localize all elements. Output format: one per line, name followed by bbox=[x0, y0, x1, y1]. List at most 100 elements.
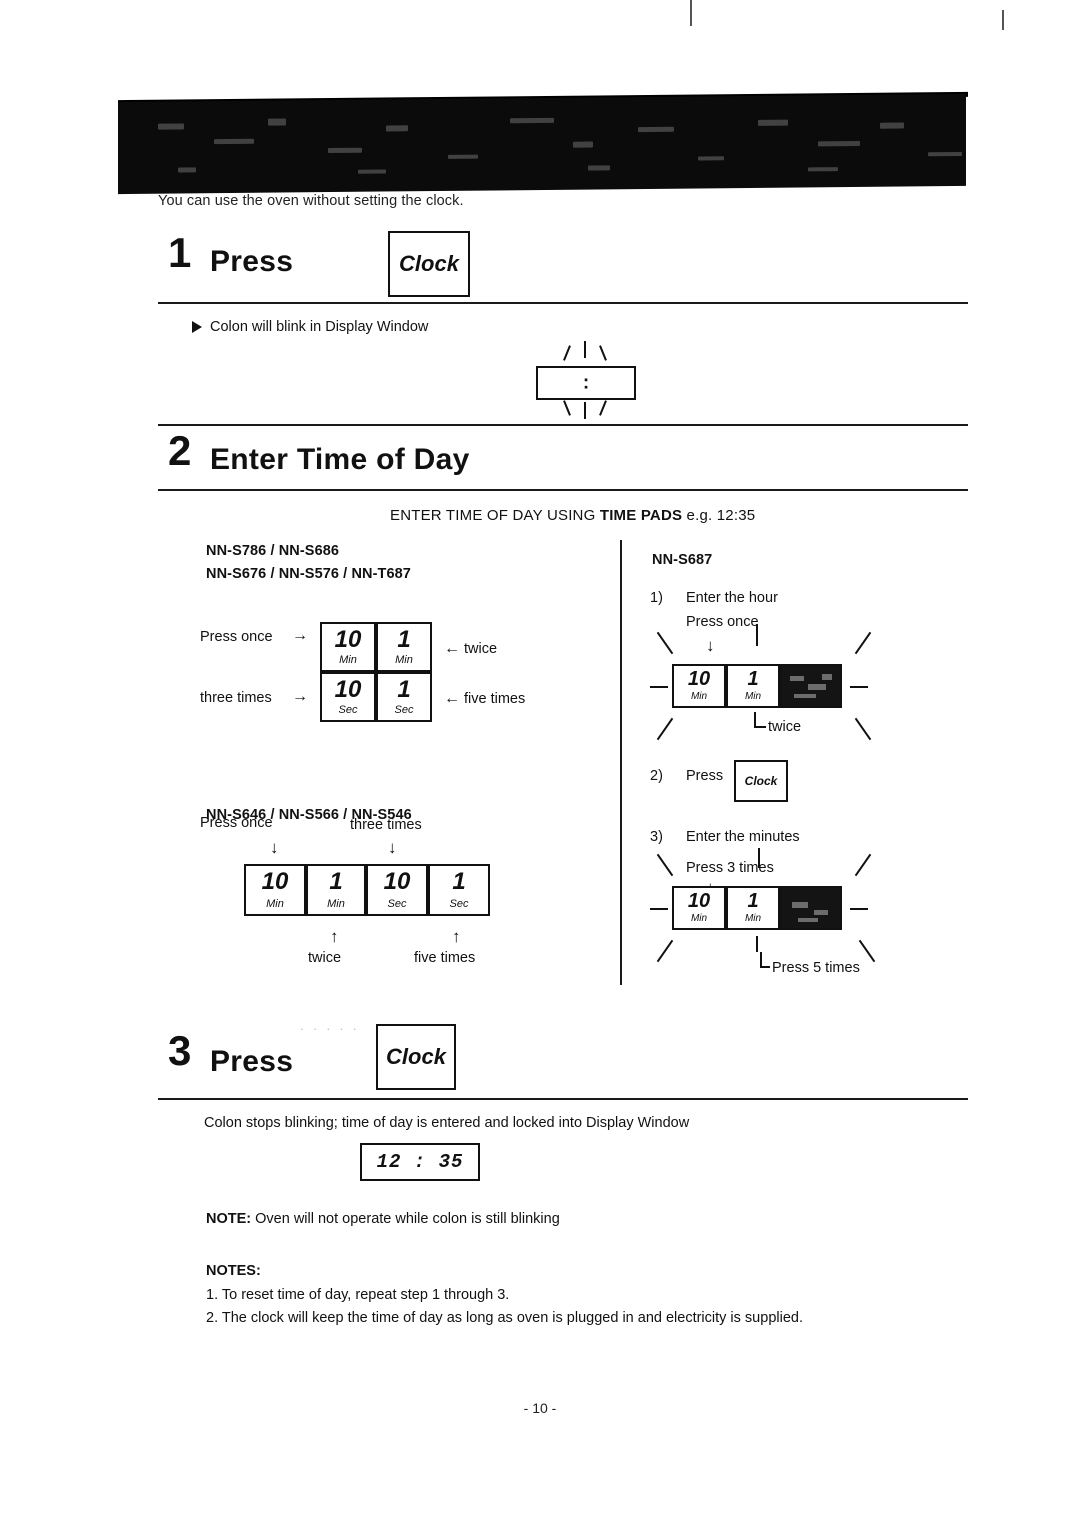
model-label-s687: NN-S687 bbox=[652, 552, 713, 568]
pad-1-sec-value: 1 bbox=[397, 676, 411, 703]
corner-mark-icon bbox=[656, 939, 674, 963]
blink-ray-icon bbox=[599, 400, 607, 416]
model-label-group1-line1: NN-S786 / NN-S686 bbox=[206, 543, 340, 559]
pad-b-1-sec[interactable]: 1 Sec bbox=[428, 864, 490, 916]
pad-r1-10-min[interactable]: 10 Min bbox=[672, 664, 726, 708]
enter-time-prefix: ENTER TIME OF DAY USING bbox=[390, 507, 600, 524]
corner-mark-icon bbox=[656, 853, 674, 877]
step-2-number-text: 2 bbox=[168, 427, 192, 474]
pad-r1-10-min-value: 10 bbox=[687, 668, 711, 690]
pad-10-sec[interactable]: 10 Sec bbox=[320, 672, 376, 722]
intro-text: You can use the oven without setting the… bbox=[158, 193, 464, 209]
step-3-title-text: Press bbox=[210, 1045, 294, 1078]
pad-10-min-unit: Min bbox=[339, 654, 357, 666]
arrow-left-2: ← bbox=[444, 690, 460, 707]
right-step2-num: 2) bbox=[650, 768, 663, 784]
tick-mark-icon bbox=[754, 726, 766, 728]
step-2-rule-bottom bbox=[158, 489, 968, 491]
pad-b-1-sec-unit: Sec bbox=[449, 898, 469, 910]
corner-mark-icon bbox=[656, 631, 674, 655]
note-single-text: Oven will not operate while colon is sti… bbox=[251, 1211, 560, 1227]
pad-1-sec-unit: Sec bbox=[394, 704, 414, 716]
blink-ray-icon bbox=[584, 402, 586, 419]
display-dark-2 bbox=[780, 886, 842, 930]
right-step3-sub: Press 3 times bbox=[686, 860, 774, 876]
pad-r3-10-min[interactable]: 10 Min bbox=[672, 886, 726, 930]
three-times-label-b: three times bbox=[350, 817, 422, 833]
pad-b-1-min-unit: Min bbox=[327, 898, 345, 910]
pad-r3-10-min-unit: Min bbox=[690, 913, 708, 924]
up-arrow-b2: ↑ bbox=[452, 927, 461, 946]
corner-mark-icon bbox=[858, 939, 876, 963]
step-1-number: 1 bbox=[168, 232, 191, 274]
five-times-label-b: five times bbox=[414, 950, 476, 966]
right-step3-press5: Press 5 times bbox=[772, 960, 860, 976]
right-step3-text: Enter the minutes bbox=[686, 829, 800, 845]
blinking-colon: : bbox=[582, 372, 590, 394]
press-once-label-left: Press once bbox=[200, 629, 273, 645]
right-step1-down-arrow: ↓ bbox=[706, 636, 715, 655]
right-step1-sub: Press once bbox=[686, 614, 759, 630]
right-step1-text: Enter the hour bbox=[686, 590, 778, 606]
step-3-number-text: 3 bbox=[168, 1027, 192, 1074]
pad-1-sec[interactable]: 1 Sec bbox=[376, 672, 432, 722]
step-1-title: Press bbox=[210, 245, 293, 279]
page-number: - 10 - bbox=[523, 1400, 557, 1416]
down-arrow-b2: ↓ bbox=[388, 838, 397, 857]
pad-10-min-value: 10 bbox=[334, 626, 362, 653]
pad-r1-1-min[interactable]: 1 Min bbox=[726, 664, 780, 708]
pad-r3-1-min[interactable]: 1 Min bbox=[726, 886, 780, 930]
step-1-rule bbox=[158, 302, 968, 304]
step-3-caption: Colon stops blinking; time of day is ent… bbox=[204, 1115, 690, 1131]
step-3-title: Press bbox=[210, 1045, 293, 1079]
enter-time-bold: TIME PADS bbox=[599, 507, 683, 524]
pad-1-min-unit: Min bbox=[395, 654, 413, 666]
pad-10-sec-unit: Sec bbox=[338, 704, 358, 716]
dash-right-1 bbox=[850, 686, 868, 688]
step-3-number: 3 bbox=[168, 1030, 191, 1072]
pad-b-10-sec-value: 10 bbox=[383, 868, 411, 895]
pad-r3-10-min-value: 10 bbox=[687, 890, 711, 912]
step-1-number-text: 1 bbox=[168, 229, 192, 276]
clock-button-step1[interactable]: Clock bbox=[388, 231, 470, 297]
pad-r1-10-min-unit: Min bbox=[690, 691, 708, 702]
up-arrow-b1: ↑ bbox=[330, 927, 339, 946]
model-label-group1-line2: NN-S676 / NN-S576 / NN-T687 bbox=[206, 566, 411, 582]
pad-b-10-sec[interactable]: 10 Sec bbox=[366, 864, 428, 916]
clock-button-step3-label: Clock bbox=[386, 1044, 446, 1069]
notes-item-1: 1. To reset time of day, repeat step 1 t… bbox=[206, 1287, 510, 1303]
blink-ray-icon bbox=[599, 345, 607, 361]
twice-label-right: twice bbox=[464, 641, 498, 657]
blink-ray-icon bbox=[563, 400, 571, 416]
corner-mark-icon bbox=[854, 631, 872, 655]
pad-r3-1-min-unit: Min bbox=[744, 913, 762, 924]
pad-b-1-min[interactable]: 1 Min bbox=[306, 864, 366, 916]
step-1-bullet-text: Colon will blink in Display Window bbox=[210, 319, 429, 335]
step-2-rule-top bbox=[158, 424, 968, 426]
manual-page: You can use the oven without setting the… bbox=[0, 0, 1080, 1526]
dash-left-1 bbox=[650, 686, 668, 688]
display-window-blinking: : bbox=[536, 366, 636, 400]
pad-1-min[interactable]: 1 Min bbox=[376, 622, 432, 672]
clock-button-right[interactable]: Clock bbox=[734, 760, 788, 802]
pad-b-10-min-value: 10 bbox=[261, 868, 289, 895]
pad-10-sec-value: 10 bbox=[334, 676, 362, 703]
pad-b-10-min-unit: Min bbox=[266, 898, 284, 910]
column-divider bbox=[620, 540, 622, 985]
tick-mark-icon bbox=[760, 966, 770, 968]
pad-10-min[interactable]: 10 Min bbox=[320, 622, 376, 672]
step-2-title: Enter Time of Day bbox=[210, 443, 470, 477]
clock-button-step3[interactable]: Clock bbox=[376, 1024, 456, 1090]
tick-mark-icon bbox=[756, 936, 758, 952]
corner-mark-icon bbox=[656, 717, 674, 741]
right-step1-twice: twice bbox=[768, 719, 802, 735]
corner-mark-icon bbox=[756, 624, 758, 646]
right-step3-num: 3) bbox=[650, 829, 663, 845]
three-times-label-left: three times bbox=[200, 690, 272, 706]
arrow-right-1: → bbox=[292, 627, 308, 644]
right-step2-text: Press bbox=[686, 768, 724, 784]
pad-b-10-min[interactable]: 10 Min bbox=[244, 864, 306, 916]
enter-time-suffix: e.g. 12:35 bbox=[682, 507, 756, 524]
pad-b-10-sec-unit: Sec bbox=[387, 898, 407, 910]
clock-button-step1-label: Clock bbox=[399, 251, 459, 276]
